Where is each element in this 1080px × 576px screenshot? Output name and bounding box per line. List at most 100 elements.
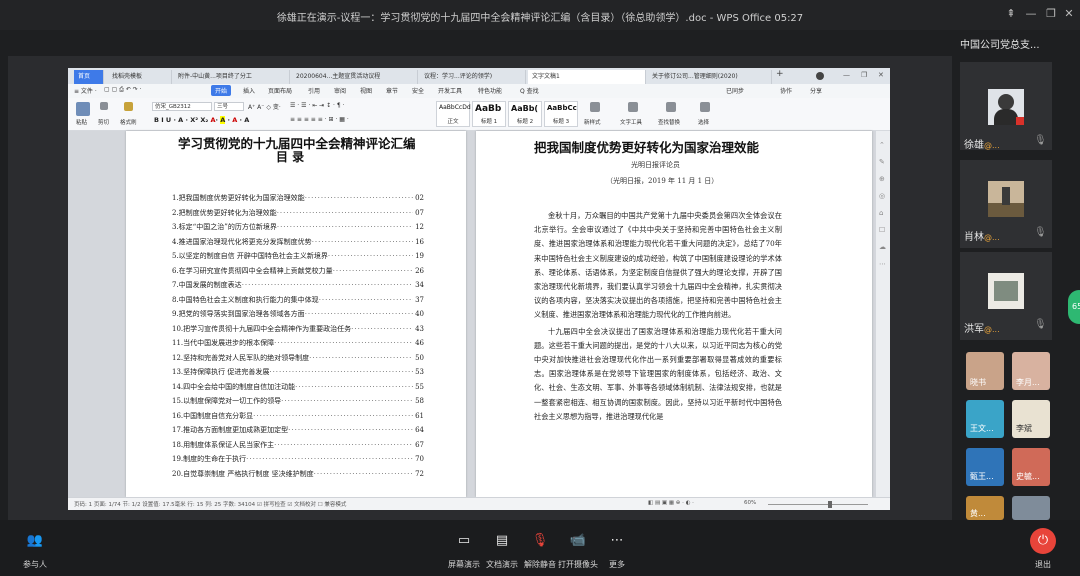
toc-entry-title: 10.把学习宣传贯彻十九届四中全会精神作为重要政治任务 [172,324,352,333]
menu-review[interactable]: 审阅 [334,86,346,95]
font-size-buttons[interactable]: A⁺ A⁻ ◇ 变· [248,102,281,111]
tab-home[interactable]: 首页 [74,70,104,84]
toc-entry[interactable]: 5.以坚定的制度自信 开辟中国特色社会主义新境界 ················… [172,249,424,264]
zoom-level[interactable]: 60% [744,500,756,506]
menu-search[interactable]: Q 查找 [520,86,539,95]
toc-entry[interactable]: 19.制度的生命在于执行 ····························… [172,452,424,467]
text-tools-icon[interactable] [628,102,638,112]
leave-icon[interactable]: ⏻ [1030,528,1056,554]
format-buttons[interactable]: B I U · A · X² X₂ A· A · A · A [154,116,249,124]
document-canvas[interactable]: 学习贯彻党的十九届四中全会精神评论汇编 目 录 1.把我国制度优势更好转化为国家… [68,131,890,497]
menu-features[interactable]: 特色功能 [478,86,502,95]
leave-button[interactable]: 退出 [1023,559,1063,570]
side-badge[interactable]: 65 [1068,290,1080,324]
participants-icon[interactable]: 👥 [24,530,46,552]
toc-entry[interactable]: 14.四中全会给中国的制度自信加注动能 ·····················… [172,380,424,395]
screen-share-icon[interactable]: ▭ [453,530,475,552]
menu-file[interactable]: ≡ 文件 · [74,86,97,95]
toc-entry[interactable]: 1.把我国制度优势更好转化为国家治理效能 ····················… [172,191,424,206]
tab-document-active[interactable]: 文字文稿1 [528,70,646,84]
vertical-scrollbar[interactable]: ⌃ ✎ ⊕ ◎ ⌂ ☐ ☁ ⋯ [876,131,890,497]
toc-entry[interactable]: 6.在学习研究宣传贯彻四中全会精神上贡献党校力量 ················… [172,264,424,279]
find-replace-icon[interactable] [666,102,676,112]
new-style-icon[interactable] [590,102,600,112]
toc-entry-page: 64 [415,426,424,434]
toc-entry[interactable]: 4.推进国家治理现代化将更充分发挥制度优势 ···················… [172,235,424,250]
tab-document[interactable]: 附件-中山黄...项目终了分工 [174,70,290,84]
toc-entry[interactable]: 2.把制度优势更好转化为治理效能 ························… [172,206,424,221]
toc-entry[interactable]: 17.推动各方面制度更加成熟更加定型 ······················… [172,423,424,438]
view-mode-buttons[interactable]: ◧ ▤ ▣ ▦ ⊕ · ◐ · [648,500,694,506]
share-button[interactable]: 分享 [810,86,822,95]
style-name: 标题 1 [480,119,498,125]
toc-entry[interactable]: 12.坚持和完善党对人民军队的绝对领导制度 ···················… [172,351,424,366]
zoom-slider[interactable] [768,504,868,505]
minimize-icon[interactable]: — [1022,5,1040,23]
maximize-icon[interactable]: ❐ [1042,5,1060,23]
style-heading-1[interactable]: AaBb 标题 1 [472,101,506,127]
maximize-icon[interactable]: ❐ [861,71,867,79]
pin-icon[interactable]: ⇞ [1002,5,1020,23]
toc-entry[interactable]: 20.自觉尊崇制度 严格执行制度 坚决维护制度 ·················… [172,467,424,482]
align-buttons[interactable]: ≡ ≡ ≡ ≡ ≡ · ⊞ · ▦ · [290,116,349,123]
collaborate-button[interactable]: 协作 [780,86,792,95]
toc-entry[interactable]: 13.坚持保障执行 促进完善发展 ························… [172,365,424,380]
side-tool-icons[interactable]: ⌃ ✎ ⊕ ◎ ⌂ ☐ ☁ ⋯ [879,137,886,273]
mic-muted-icon[interactable]: 🎙 [529,530,551,552]
paragraph: 金秋十月，万众瞩目的中国共产党第十九届中央委员会第四次全体会议在北京举行。全会审… [534,211,782,320]
camera-off-icon[interactable]: 📹 [567,530,589,552]
more-button[interactable]: 更多 [597,559,637,570]
add-tab-button[interactable]: + [776,69,784,79]
paste-icon[interactable] [76,102,90,116]
menu-view[interactable]: 视图 [360,86,372,95]
doc-share-icon[interactable]: ▤ [491,530,513,552]
participant-thumb-label: 甄王... [970,472,994,481]
toc-entry[interactable]: 11.当代中国发展进步的根本保障 ························… [172,336,424,351]
select-icon[interactable] [700,102,710,112]
page-contents: 学习贯彻党的十九届四中全会精神评论汇编 目 录 1.把我国制度优势更好转化为国家… [126,131,466,497]
tab-document[interactable]: 20200604...主题宣贯活动议程 [292,70,418,84]
toc-entry[interactable]: 9.把党的领导落实到国家治理各领域各方面 ····················… [172,307,424,322]
style-heading-2[interactable]: AaBb( 标题 2 [508,101,542,127]
menu-insert[interactable]: 插入 [243,86,255,95]
menu-developer[interactable]: 开发工具 [438,86,462,95]
menu-references[interactable]: 引用 [308,86,320,95]
font-family-select[interactable]: 仿宋_GB2312 [152,102,212,111]
close-icon[interactable]: ✕ [878,71,884,79]
toc-entry[interactable]: 7.中国发展的制度表达 ·····························… [172,278,424,293]
cut-icon[interactable] [100,102,108,110]
menu-sections[interactable]: 章节 [386,86,398,95]
toc-entry[interactable]: 8.中国特色社会主义制度和执行能力的集中体现 ··················… [172,293,424,308]
font-size-select[interactable]: 三号 [214,102,244,111]
style-normal[interactable]: AaBbCcDd 正文 [436,101,471,127]
toc-leader-dots: ········································… [304,194,413,202]
toc-entry[interactable]: 15.以制度保障党对一切工作的领导 ·······················… [172,394,424,409]
style-heading-3[interactable]: AaBbCc 标题 3 [544,101,578,127]
toc-entry-page: 61 [415,411,424,420]
icon-row-quick-access[interactable]: ▢ ▢ ⎙ ↶ ↷ · [104,86,142,94]
sync-status[interactable]: 已同步 [726,86,744,95]
tab-document[interactable]: 关于修订公司...管理细则(2020) [648,70,772,84]
text-tools-label: 文字工具 [620,120,643,126]
format-painter-icon[interactable] [124,102,133,111]
toc-entry[interactable]: 3.标定“中国之治”的历方位新境界 ·······················… [172,220,424,235]
more-icon[interactable]: ⋯ [606,530,628,552]
close-icon[interactable]: ✕ [1060,5,1078,23]
zoom-slider-handle[interactable] [828,501,832,508]
minimize-icon[interactable]: — [843,71,850,79]
menu-security[interactable]: 安全 [412,86,424,95]
toc-leader-dots: ········································… [288,426,414,434]
tab-template[interactable]: 找稻壳模板 [108,70,172,84]
toc-entry[interactable]: 10.把学习宣传贯彻十九届四中全会精神作为重要政治任务 ·············… [172,322,424,337]
participant-thumb[interactable] [1012,496,1050,520]
menu-page-layout[interactable]: 页面布局 [268,86,292,95]
avatar-icon[interactable] [816,72,824,80]
menu-start[interactable]: 开始 [211,85,232,96]
list-buttons[interactable]: ☰ · ☰ · ⇤ ⇥ ↕ · ¶ · [290,102,344,109]
toc-entry-page: 43 [415,324,424,333]
tab-document[interactable]: 议程：学习...评论的领学) [420,70,526,84]
toc-entry[interactable]: 18.用制度体系保证人民当家作主 ························… [172,438,424,453]
toc-leader-dots: ········································… [281,397,414,405]
participants-button[interactable]: 参与人 [14,559,56,570]
toc-entry[interactable]: 16.中国制度自信充分彰显 ···························… [172,409,424,424]
